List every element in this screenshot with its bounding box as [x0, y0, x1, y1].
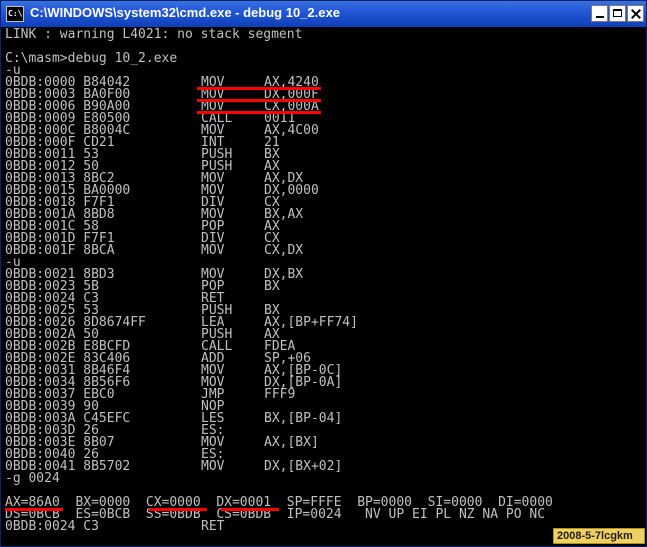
console-line-address: 0BDB:001F 8BCA [5, 243, 115, 258]
close-button[interactable] [627, 5, 644, 22]
cmd-window: C:\ C:\WINDOWS\system32\cmd.exe - debug … [0, 0, 647, 547]
highlight-mark-3 [197, 111, 321, 114]
console-line-opcode: RET [201, 519, 225, 534]
console-line-address: C:\masm>debug 10_2.exe [5, 51, 178, 66]
console-line-opcode: MOV [201, 243, 225, 258]
console-line-operand: BX,[BP-04] [264, 411, 343, 426]
console-line-operand: BX [264, 279, 280, 294]
console-line-operand: AX,[BX] [264, 435, 319, 450]
console-line-address: -g 0024 [5, 471, 60, 486]
console-line-address: LINK : warning L4021: no stack segment [5, 27, 303, 42]
console-line: C:\masm>debug 10_2.exe [5, 51, 553, 66]
highlight-mark-dx [221, 508, 279, 511]
console-icon[interactable]: C:\ [6, 6, 24, 22]
console-line: -g 0024 [5, 471, 553, 486]
watermark-text: 2008-5-7lcgkm [557, 530, 633, 542]
watermark-badge: 2008-5-7lcgkm [553, 528, 645, 544]
console-line-opcode: MOV [201, 459, 225, 474]
console-line: 0BDB:001F 8BCA MOV CX,DX [5, 243, 553, 258]
console-line-operand: DX,[BX+02] [264, 459, 343, 474]
console-line-address: 0BDB:0024 C3 [5, 519, 99, 534]
maximize-button[interactable] [609, 5, 626, 22]
console-line: LINK : warning L4021: no stack segment [5, 27, 553, 42]
highlight-mark-cx [149, 508, 207, 511]
window-title: C:\WINDOWS\system32\cmd.exe - debug 10_2… [30, 5, 340, 20]
console-output[interactable]: LINK : warning L4021: no stack segment C:… [1, 27, 646, 546]
console-icon-label: C:\ [8, 9, 23, 18]
minimize-button[interactable] [591, 5, 608, 22]
title-bar[interactable]: C:\ C:\WINDOWS\system32\cmd.exe - debug … [1, 1, 646, 27]
console-line-operand: FFF9 [264, 387, 296, 402]
console-line: 0BDB:0041 8B5702 MOV DX,[BX+02] [5, 459, 553, 474]
console-line: 0BDB:0024 C3 RET [5, 519, 553, 534]
highlight-mark-2 [197, 99, 321, 102]
highlight-mark-ax [5, 508, 63, 511]
console-lines: LINK : warning L4021: no stack segment C:… [5, 27, 553, 534]
highlight-mark-1 [197, 87, 321, 90]
console-line-operand: CX,DX [264, 243, 304, 258]
